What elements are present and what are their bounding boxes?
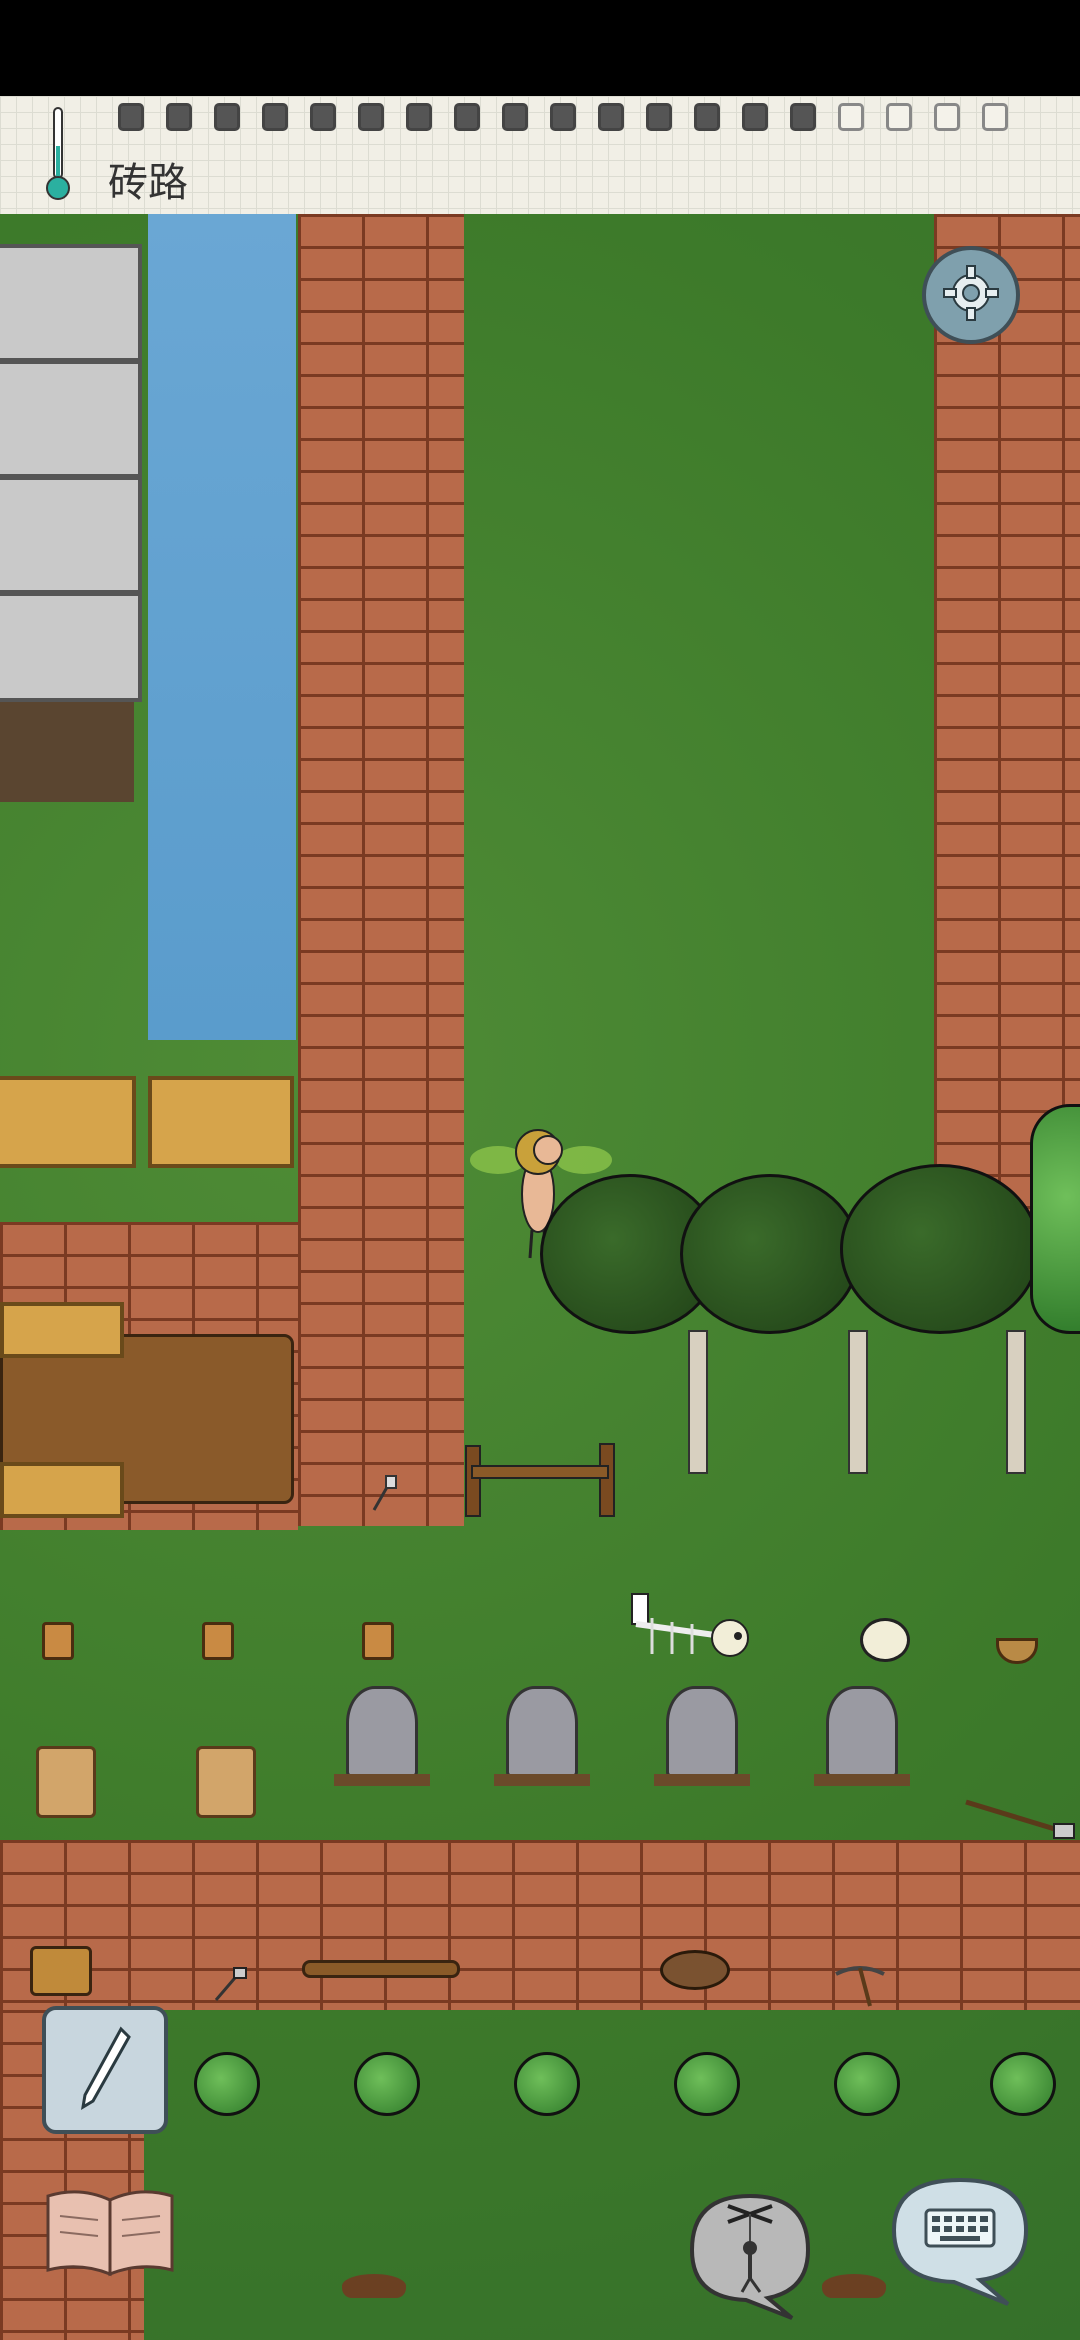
food-pip <box>694 103 720 131</box>
wooden-bucket[interactable] <box>202 1622 234 1660</box>
food-pip <box>886 103 912 131</box>
wooden-crate[interactable] <box>148 1076 294 1168</box>
keyboard-button[interactable] <box>880 2170 1040 2310</box>
shovel-item[interactable] <box>962 1794 1080 1844</box>
pencil-icon <box>75 2023 135 2117</box>
tree-trunk <box>1006 1330 1026 1474</box>
food-pip <box>598 103 624 131</box>
location-label: 砖路 <box>108 160 188 206</box>
berry-bush[interactable] <box>674 2052 740 2116</box>
food-pip <box>502 103 528 131</box>
skeleton-remains[interactable] <box>612 1574 762 1674</box>
wooden-fence[interactable] <box>462 1440 622 1520</box>
brick-road-column[interactable] <box>298 214 464 1526</box>
wooden-plank[interactable] <box>302 1960 460 1978</box>
woven-nest[interactable] <box>660 1950 730 1990</box>
grave-mound <box>654 1774 750 1786</box>
food-pip <box>262 103 288 131</box>
journal-button[interactable] <box>40 2182 180 2282</box>
wooden-crate[interactable] <box>0 1076 136 1168</box>
food-pip <box>454 103 480 131</box>
food-pip <box>550 103 576 131</box>
note-button[interactable] <box>42 2006 168 2134</box>
food-pip <box>358 103 384 131</box>
wooden-crate[interactable] <box>0 1462 124 1518</box>
food-pip <box>214 103 240 131</box>
food-pip <box>838 103 864 131</box>
food-pip <box>790 103 816 131</box>
tree-trunk <box>848 1330 868 1474</box>
gravestone[interactable] <box>666 1686 738 1778</box>
berry-bush[interactable] <box>990 2052 1056 2116</box>
fruit-tree[interactable] <box>840 1164 1040 1334</box>
brick-road-column[interactable] <box>934 214 1080 1224</box>
skull-item[interactable] <box>860 1618 910 1662</box>
brick-road-row[interactable] <box>0 1840 1080 2010</box>
gravestone[interactable] <box>506 1686 578 1778</box>
dirt-mound[interactable] <box>822 2274 886 2298</box>
food-pip <box>982 103 1008 131</box>
stone-floor-tile <box>0 476 142 594</box>
berry-bush[interactable] <box>514 2052 580 2116</box>
wooden-crate[interactable] <box>0 1302 124 1358</box>
water-channel <box>148 214 296 1040</box>
food-pip <box>166 103 192 131</box>
grave-mound <box>494 1774 590 1786</box>
wooden-bucket[interactable] <box>42 1622 74 1660</box>
dirt-patch <box>0 702 134 802</box>
hatchet-item[interactable] <box>368 1474 398 1514</box>
food-pip <box>934 103 960 131</box>
gravestone[interactable] <box>346 1686 418 1778</box>
stone-floor-tile <box>0 244 142 362</box>
open-book-icon <box>40 2190 180 2286</box>
keyboard-icon <box>880 2177 1040 2314</box>
small-hatchet[interactable] <box>210 1964 250 2004</box>
food-pip <box>310 103 336 131</box>
tree-trunk <box>688 1330 708 1474</box>
wooden-barrel[interactable] <box>36 1746 96 1818</box>
food-pip <box>118 103 144 131</box>
gear-icon <box>940 262 1002 328</box>
berry-bush[interactable] <box>834 2052 900 2116</box>
wooden-barrel[interactable] <box>196 1746 256 1818</box>
food-meter <box>0 0 1080 140</box>
emote-button[interactable] <box>672 2182 828 2320</box>
gravestone[interactable] <box>826 1686 898 1778</box>
grave-mound <box>334 1774 430 1786</box>
leafy-bush[interactable] <box>1030 1104 1080 1334</box>
wooden-bucket[interactable] <box>362 1622 394 1660</box>
settings-button[interactable] <box>922 246 1020 344</box>
food-pip <box>742 103 768 131</box>
berry-bush[interactable] <box>354 2052 420 2116</box>
straw-bundle[interactable] <box>30 1946 92 1996</box>
food-pip <box>646 103 672 131</box>
woven-basket[interactable] <box>996 1638 1038 1664</box>
tree[interactable] <box>680 1174 860 1334</box>
food-pip <box>406 103 432 131</box>
grave-mound <box>814 1774 910 1786</box>
stone-floor-tile <box>0 592 142 702</box>
pickaxe-item[interactable] <box>830 1960 890 2010</box>
puppet-icon <box>672 2193 828 2324</box>
stone-floor-tile <box>0 360 142 478</box>
berry-bush[interactable] <box>194 2052 260 2116</box>
dirt-mound[interactable] <box>342 2274 406 2298</box>
